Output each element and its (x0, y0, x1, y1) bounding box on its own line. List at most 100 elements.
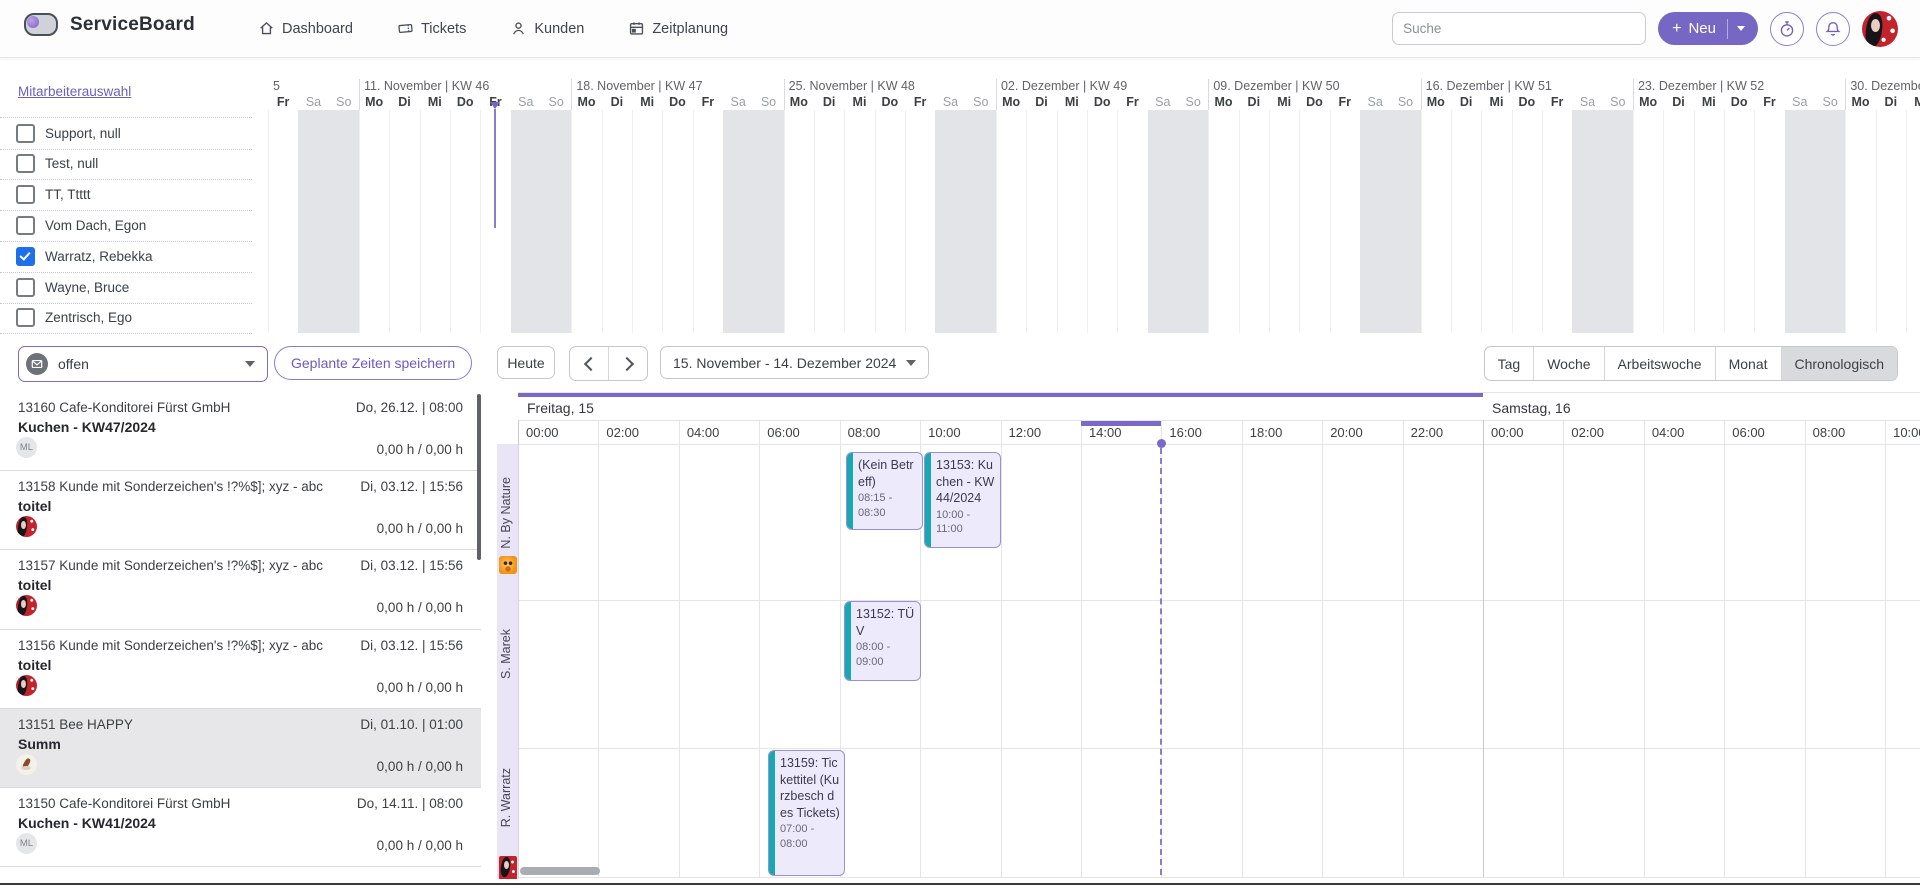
ticket-title: toitel (18, 498, 51, 514)
ticket-datetime: Di, 03.12. | 15:56 (360, 638, 463, 653)
calendar-event[interactable]: 13152: TÜV08:00 -09:00 (844, 601, 921, 681)
day-letter: Sa (511, 95, 541, 109)
employee-checkbox[interactable] (16, 216, 35, 235)
employee-row[interactable]: Warratz, Rebekka (0, 241, 252, 273)
schedule-icon (628, 20, 645, 37)
top-navbar: ServiceBoard DashboardTicketsKundenZeitp… (0, 0, 1920, 58)
day-letter: Mi (1694, 95, 1724, 109)
new-button[interactable]: + Neu (1658, 12, 1758, 45)
day-gridline (662, 110, 663, 333)
resource-label: S. Marek (499, 629, 513, 679)
view-button-monat[interactable]: Monat (1715, 347, 1781, 380)
day-letter: Mo (359, 95, 389, 109)
grid-hline (518, 392, 1920, 393)
view-button-chronologisch[interactable]: Chronologisch (1781, 347, 1898, 380)
view-switcher: TagWocheArbeitswocheMonatChronologisch (1484, 346, 1898, 381)
nav-item-kunden[interactable]: Kunden (510, 20, 584, 37)
employee-row[interactable]: Vom Dach, Egon (0, 210, 252, 242)
employee-row[interactable]: TT, Ttttt (0, 179, 252, 211)
assignee-avatar (16, 595, 37, 616)
day-gridline (784, 110, 785, 333)
day-gridline (1633, 110, 1634, 333)
hour-label: 04:00 (1652, 425, 1685, 440)
calendar-horizontal-scrollbar[interactable] (520, 867, 600, 875)
hour-label: 00:00 (1491, 425, 1524, 440)
employee-selection-link[interactable]: Mitarbeiterauswahl (18, 84, 131, 99)
grid-vline (1885, 420, 1886, 877)
today-button[interactable]: Heute (497, 346, 555, 379)
customers-icon (510, 20, 527, 37)
ticket-row[interactable]: 13150 Cafe-Konditorei Fürst GmbH Do, 14.1… (0, 788, 481, 867)
stopwatch-icon (1778, 20, 1796, 38)
hour-label: 08:00 (1813, 425, 1846, 440)
ticket-datetime: Di, 03.12. | 15:56 (360, 558, 463, 573)
employee-checkbox[interactable] (16, 124, 35, 143)
nav-item-dashboard[interactable]: Dashboard (258, 20, 353, 37)
day-letter: So (753, 95, 783, 109)
calendar-event[interactable]: 13153: Kuchen - KW44/202410:00 -11:00 (924, 452, 1001, 548)
ticket-row[interactable]: 13157 Kunde mit Sonderzeichen's !?%$]; x… (0, 550, 481, 629)
status-filter-dropdown[interactable]: offen (18, 346, 268, 382)
day-gridline (875, 110, 876, 333)
prev-button[interactable] (570, 347, 608, 380)
search-input[interactable] (1392, 12, 1646, 45)
ticket-row[interactable]: 13151 Bee HAPPYDi, 01.10. | 01:00Summ0,0… (0, 709, 481, 788)
save-planned-times-button[interactable]: Geplante Zeiten speichern (274, 346, 472, 380)
view-button-tag[interactable]: Tag (1485, 347, 1534, 380)
next-button[interactable] (608, 347, 647, 380)
user-avatar[interactable] (1862, 11, 1898, 47)
employee-checkbox[interactable] (16, 278, 35, 297)
event-title: 13153: Kuchen - KW44/2024 (936, 457, 996, 507)
week-label: 11. November | KW 46 (364, 79, 489, 93)
timer-button[interactable] (1770, 12, 1804, 46)
event-time-line: 07:00 - (780, 822, 840, 837)
date-range-button[interactable]: 15. November - 14. Dezember 2024 (660, 346, 929, 379)
day-letter: So (1815, 95, 1845, 109)
employee-checkbox[interactable] (16, 185, 35, 204)
day-gridline (1451, 110, 1452, 333)
employee-row[interactable]: Wayne, Bruce (0, 272, 252, 304)
view-button-arbeitswoche[interactable]: Arbeitswoche (1604, 347, 1715, 380)
smiley-avatar (499, 556, 517, 574)
calendar-event[interactable]: 13159: Tickettitel (Kurzbesch des Ticket… (768, 750, 845, 876)
envelope-icon (26, 353, 48, 375)
employee-name: Test, null (45, 156, 98, 171)
current-time-dot (1157, 439, 1166, 448)
event-title: 13152: TÜV (856, 606, 916, 639)
assignee-avatar: ML (16, 833, 37, 854)
grid-vline (1805, 420, 1806, 877)
nav-item-zeitplanung[interactable]: Zeitplanung (628, 20, 728, 37)
ticket-header: 13151 Bee HAPPY (18, 717, 133, 732)
employee-row[interactable]: Zentrisch, Ego (0, 302, 252, 334)
event-time: 08:00 -09:00 (856, 640, 916, 670)
calendar-event[interactable]: (Kein Betreff)08:15 -08:30 (846, 452, 923, 530)
ticket-row[interactable]: 13158 Kunde mit Sonderzeichen's !?%$]; x… (0, 471, 481, 550)
window-bottom-edge (0, 883, 1920, 885)
resource-label: R. Warratz (499, 768, 513, 827)
day-letter: Do (450, 95, 480, 109)
employee-row[interactable]: Support, null (0, 117, 252, 150)
day-gridline (1663, 110, 1664, 333)
ticket-header: 13150 Cafe-Konditorei Fürst GmbH (18, 796, 230, 811)
week-label: 02. Dezember | KW 49 (1001, 79, 1127, 93)
assignee-avatar (16, 516, 37, 537)
ticket-row[interactable]: 13160 Cafe-Konditorei Fürst GmbHDo, 26.1… (0, 392, 481, 471)
employee-row[interactable]: Test, null (0, 148, 252, 180)
ticket-list-scrollbar[interactable] (477, 394, 481, 560)
notifications-button[interactable] (1816, 12, 1850, 46)
day-gridline (1208, 110, 1209, 333)
day-letter: Mi (1481, 95, 1511, 109)
employee-checkbox[interactable] (16, 308, 35, 327)
week-label: 5 (273, 79, 280, 93)
day-letter: Mi (420, 95, 450, 109)
ticket-datetime: Do, 14.11. | 08:00 (357, 796, 463, 811)
event-title: 13159: Tickettitel (Kurzbesch des Ticket… (780, 755, 840, 821)
view-button-woche[interactable]: Woche (1533, 347, 1603, 380)
main-nav: Dashboard Tickets Kunden Zeitplanung (258, 0, 728, 57)
nav-item-tickets[interactable]: Tickets (397, 20, 466, 37)
ticket-row[interactable]: 13156 Kunde mit Sonderzeichen's !?%$]; x… (0, 630, 481, 709)
employee-checkbox[interactable] (16, 247, 35, 266)
ticket-datetime: Do, 26.12. | 08:00 (356, 400, 463, 415)
hour-label: 04:00 (687, 425, 720, 440)
employee-checkbox[interactable] (16, 154, 35, 173)
